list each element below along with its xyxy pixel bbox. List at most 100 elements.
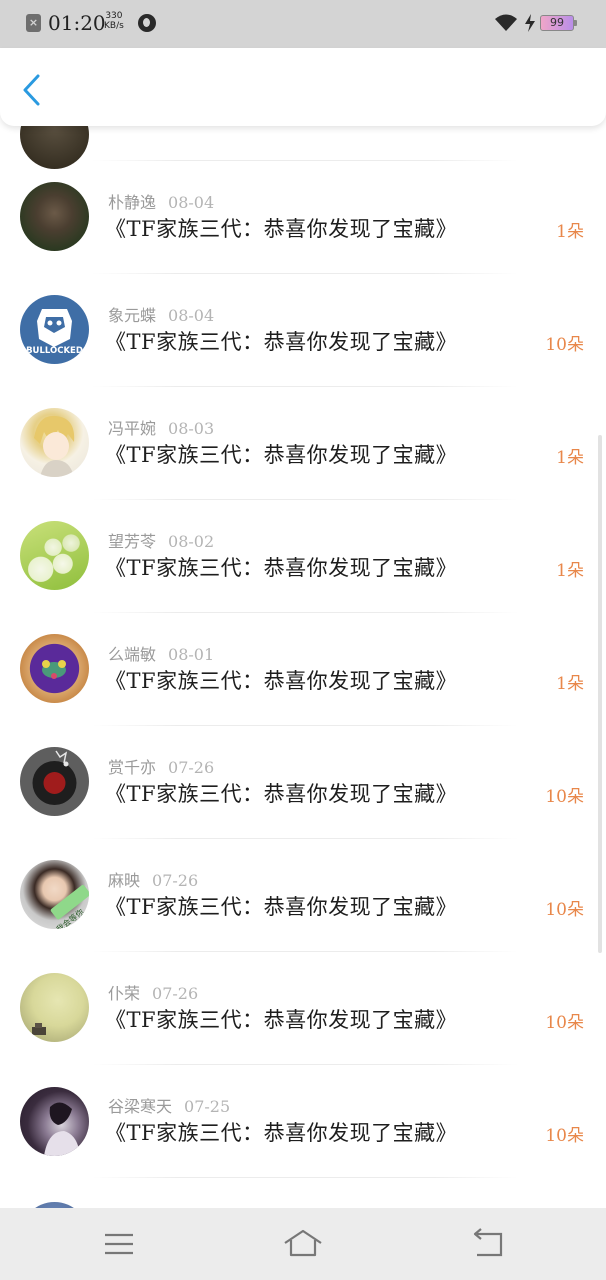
- record-button-icon: [32, 750, 77, 805]
- gift-amount: 10朵: [545, 1013, 584, 1033]
- divider: [92, 1064, 518, 1065]
- item-date: 08-04: [168, 306, 215, 325]
- item-date: 07-26: [168, 758, 215, 777]
- item-date: 07-26: [152, 871, 199, 890]
- item-meta: 朴静逸 08-04: [108, 189, 214, 213]
- menu-icon: [105, 1233, 133, 1255]
- user-name: 望芳苓: [108, 532, 157, 551]
- network-speed: 330 KB/s: [104, 11, 124, 31]
- item-meta: 冯平婉 08-03: [108, 415, 214, 439]
- user-name: 麻映: [108, 871, 141, 890]
- list-item[interactable]: 么端敏 08-01 《TF家族三代：恭喜你发现了宝藏》 1朵: [0, 633, 606, 746]
- item-meta: 象元蝶 08-04: [108, 302, 214, 326]
- battery-icon: 99: [540, 15, 577, 31]
- portrait-tag-icon: 我会等你: [50, 884, 89, 929]
- list-item[interactable]: BULLOCKED 象元蝶 08-04 《TF家族三代：恭喜你发现了宝藏》 10朵: [0, 294, 606, 407]
- portrait-icon: [44, 1102, 80, 1156]
- avatar[interactable]: [20, 634, 89, 703]
- item-title: 《TF家族三代：恭喜你发现了宝藏》: [105, 1121, 458, 1145]
- home-icon: [284, 1229, 322, 1257]
- back-arrow-icon: [473, 1228, 503, 1257]
- divider: [92, 273, 518, 274]
- status-bar: × 01:20 330 KB/s 99: [0, 0, 606, 48]
- list-item[interactable]: 冯平婉 08-03 《TF家族三代：恭喜你发现了宝藏》 1朵: [0, 407, 606, 520]
- item-date: 08-03: [168, 419, 215, 438]
- user-name: 象元蝶: [108, 306, 157, 325]
- item-title: 《TF家族三代：恭喜你发现了宝藏》: [105, 330, 458, 354]
- cartoon-badge-icon: [42, 660, 66, 679]
- avatar[interactable]: [20, 521, 89, 590]
- landscape-icon: [32, 1023, 46, 1035]
- list-item[interactable]: 望芳苓 08-02 《TF家族三代：恭喜你发现了宝藏》 1朵: [0, 520, 606, 633]
- app-notification-icon: [138, 14, 156, 32]
- network-speed-unit: KB/s: [104, 21, 124, 31]
- home-button[interactable]: [283, 1226, 323, 1262]
- bulldog-logo-text: BULLOCKED: [26, 346, 83, 356]
- avatar[interactable]: [20, 973, 89, 1042]
- avatar[interactable]: 我会等你: [20, 860, 89, 929]
- avatar[interactable]: BULLOCKED: [20, 295, 89, 364]
- gift-amount: 10朵: [545, 335, 584, 355]
- item-meta: 么端敏 08-01: [108, 641, 214, 665]
- item-title: 《TF家族三代：恭喜你发现了宝藏》: [105, 556, 458, 580]
- top-header: [0, 48, 606, 126]
- anime-character-icon: [34, 415, 75, 477]
- divider: [92, 951, 518, 952]
- network-speed-value: 330: [105, 11, 123, 21]
- item-meta: 麻映 07-26: [108, 867, 198, 891]
- back-nav-button[interactable]: [467, 1226, 507, 1262]
- menu-button[interactable]: [99, 1226, 139, 1262]
- item-date: 07-26: [152, 984, 199, 1003]
- item-title: 《TF家族三代：恭喜你发现了宝藏》: [105, 895, 458, 919]
- item-date: 07-25: [184, 1097, 231, 1116]
- chevron-left-icon: [23, 74, 40, 106]
- gift-record-list: 朴静逸 08-04 《TF家族三代：恭喜你发现了宝藏》 1朵 BULLOCKED …: [0, 0, 606, 1208]
- item-title: 《TF家族三代：恭喜你发现了宝藏》: [105, 1008, 458, 1032]
- scrollbar[interactable]: [598, 435, 602, 953]
- list-item[interactable]: 谷梁寒天 07-25 《TF家族三代：恭喜你发现了宝藏》 10朵: [0, 1085, 606, 1198]
- wifi-icon: [495, 14, 517, 31]
- gift-amount: 1朵: [556, 561, 584, 581]
- item-meta: 谷梁寒天 07-25: [108, 1093, 230, 1117]
- avatar[interactable]: [20, 747, 89, 816]
- gift-amount: 10朵: [545, 1126, 584, 1146]
- gift-amount: 10朵: [545, 787, 584, 807]
- divider: [92, 386, 518, 387]
- bulldog-logo-icon: BULLOCKED: [26, 309, 83, 356]
- list-item[interactable]: 朴静逸 08-04 《TF家族三代：恭喜你发现了宝藏》 1朵: [0, 181, 606, 294]
- item-meta: 仆荣 07-26: [108, 980, 198, 1004]
- gift-amount: 1朵: [556, 222, 584, 242]
- gift-amount: 1朵: [556, 448, 584, 468]
- list-item[interactable]: 我会等你 麻映 07-26 《TF家族三代：恭喜你发现了宝藏》 10朵: [0, 859, 606, 972]
- item-date: 08-01: [168, 645, 215, 664]
- back-button[interactable]: [14, 70, 50, 110]
- divider: [92, 612, 518, 613]
- user-name: 冯平婉: [108, 419, 157, 438]
- gift-amount: 1朵: [556, 674, 584, 694]
- divider: [92, 1177, 518, 1178]
- user-name: 朴静逸: [108, 193, 157, 212]
- list-item[interactable]: [0, 1198, 606, 1208]
- notification-close-icon: ×: [26, 14, 41, 32]
- system-nav-bar: [0, 1208, 606, 1280]
- item-date: 08-04: [168, 193, 215, 212]
- divider: [92, 160, 518, 161]
- charging-icon: [525, 14, 535, 32]
- avatar[interactable]: [20, 1087, 89, 1156]
- item-title: 《TF家族三代：恭喜你发现了宝藏》: [105, 443, 458, 467]
- list-item[interactable]: 赏千亦 07-26 《TF家族三代：恭喜你发现了宝藏》 10朵: [0, 746, 606, 859]
- user-name: 么端敏: [108, 645, 157, 664]
- user-name: 谷梁寒天: [108, 1097, 173, 1116]
- user-name: 赏千亦: [108, 758, 157, 777]
- battery-level: 99: [550, 16, 564, 29]
- gift-amount: 10朵: [545, 900, 584, 920]
- avatar[interactable]: [20, 408, 89, 477]
- divider: [92, 725, 518, 726]
- item-title: 《TF家族三代：恭喜你发现了宝藏》: [105, 669, 458, 693]
- item-date: 08-02: [168, 532, 215, 551]
- item-title: 《TF家族三代：恭喜你发现了宝藏》: [105, 217, 458, 241]
- avatar[interactable]: [20, 182, 89, 251]
- divider: [92, 499, 518, 500]
- status-time: 01:20: [48, 11, 106, 35]
- list-item[interactable]: 仆荣 07-26 《TF家族三代：恭喜你发现了宝藏》 10朵: [0, 972, 606, 1085]
